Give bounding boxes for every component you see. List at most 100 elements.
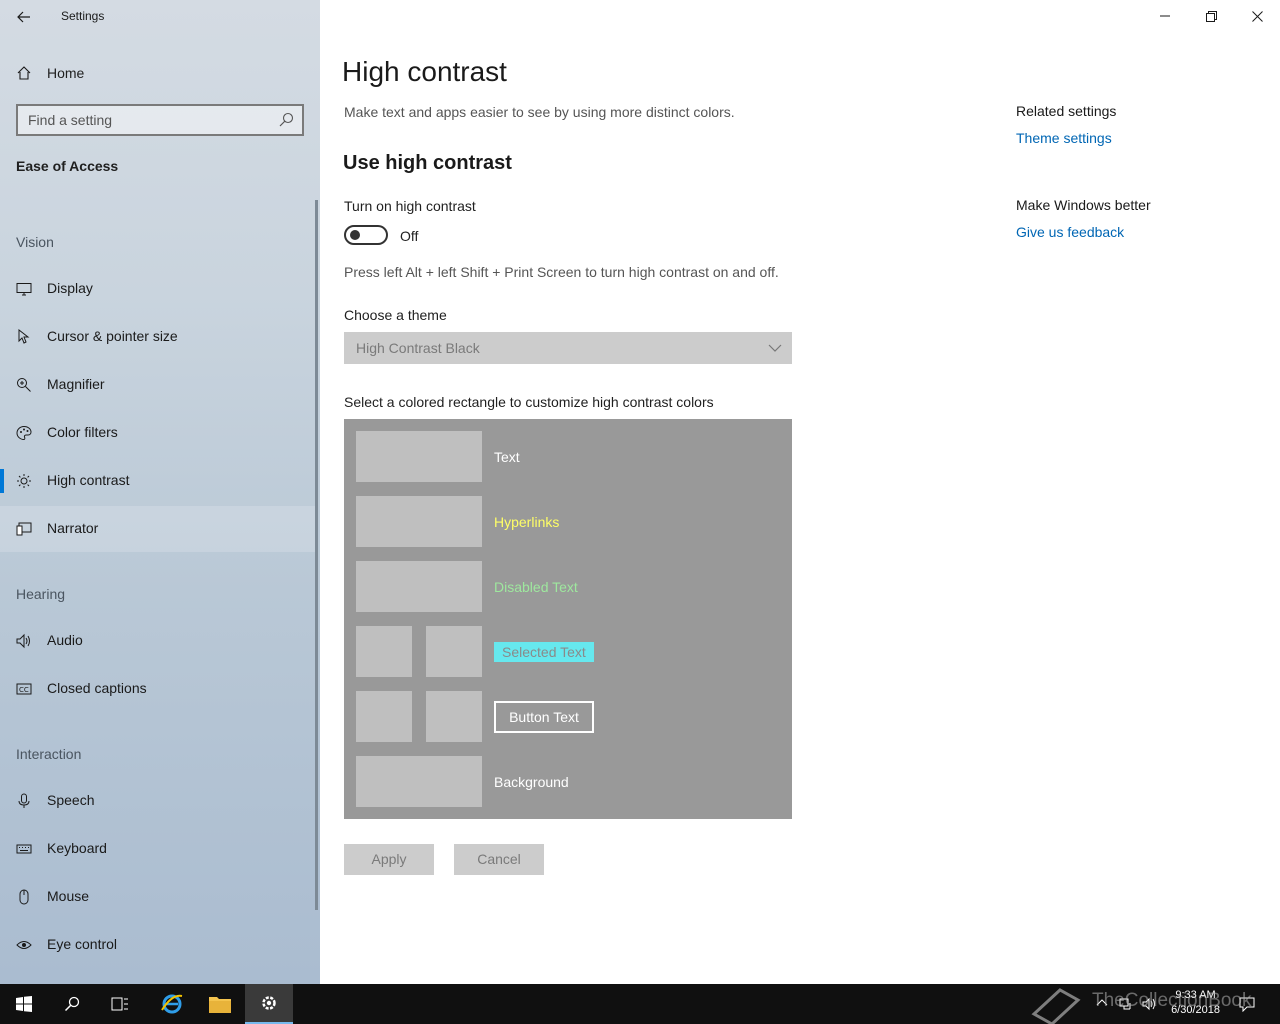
page-title: High contrast [342, 56, 507, 87]
watermark: TheCollectionBook [1030, 984, 1270, 1024]
apply-button[interactable]: Apply [344, 844, 434, 875]
toggle-knob [350, 230, 360, 240]
sidebar-item-color-filters[interactable]: Color filters [0, 410, 316, 456]
sidebar-item-label: Keyboard [47, 840, 107, 856]
settings-taskbar-button[interactable] [245, 984, 293, 1024]
keyboard-icon [16, 844, 32, 854]
sidebar-item-label: High contrast [47, 472, 130, 488]
theme-label: Choose a theme [344, 307, 447, 323]
search-box[interactable] [16, 104, 304, 136]
restore-icon [1205, 10, 1217, 22]
group-label-vision: Vision [16, 234, 54, 250]
selected-text-fg-swatch[interactable] [356, 626, 412, 677]
sun-icon [17, 474, 31, 488]
windows-start-icon [16, 996, 32, 1012]
high-contrast-toggle[interactable] [344, 225, 388, 245]
microphone-icon [18, 793, 30, 808]
sidebar-item-high-contrast[interactable]: High contrast [0, 458, 316, 504]
search-input[interactable] [18, 106, 274, 134]
sidebar-item-narrator[interactable]: Narrator [0, 506, 316, 552]
button-text-color-label: Button Text [494, 701, 594, 733]
svg-text:CC: CC [19, 686, 29, 694]
sidebar-item-label: Closed captions [47, 680, 147, 696]
give-feedback-link[interactable]: Give us feedback [1016, 224, 1124, 240]
sidebar-item-mouse[interactable]: Mouse [0, 874, 316, 920]
sidebar-item-label: Mouse [47, 888, 90, 904]
sidebar-item-closed-captions[interactable]: CC Closed captions [0, 666, 316, 712]
sidebar-item-home[interactable]: Home [0, 56, 320, 90]
sidebar: Settings Home Ease of Access Vision Disp… [0, 0, 320, 984]
button-text-bg-swatch[interactable] [426, 691, 482, 742]
selection-indicator [0, 469, 4, 493]
sidebar-item-magnifier[interactable]: Magnifier [0, 362, 316, 408]
settings-gear-icon [262, 996, 276, 1010]
button-text-fg-swatch[interactable] [356, 691, 412, 742]
search-taskbar-button[interactable] [48, 984, 96, 1024]
sidebar-item-speech[interactable]: Speech [0, 778, 316, 824]
shortcut-hint: Press left Alt + left Shift + Print Scre… [344, 264, 779, 280]
search-icon[interactable] [278, 112, 294, 128]
back-arrow-icon [17, 11, 30, 23]
toggle-label: Turn on high contrast [344, 198, 476, 214]
speaker-icon [16, 633, 30, 649]
internet-explorer-icon [161, 994, 183, 1014]
sidebar-item-label: Speech [47, 792, 95, 808]
hyperlink-color-swatch[interactable] [356, 496, 482, 547]
selected-text-bg-swatch[interactable] [426, 626, 482, 677]
eye-icon [16, 941, 32, 949]
sidebar-scrollbar[interactable] [315, 200, 318, 910]
sidebar-item-label: Display [47, 280, 93, 296]
text-color-swatch[interactable] [356, 431, 482, 482]
group-label-interaction: Interaction [16, 746, 82, 762]
disabled-text-color-swatch[interactable] [356, 561, 482, 612]
sidebar-item-eye-control[interactable]: Eye control [0, 922, 316, 968]
background-color-swatch[interactable] [356, 756, 482, 807]
sidebar-item-keyboard[interactable]: Keyboard [0, 826, 316, 872]
theme-dropdown[interactable]: High Contrast Black [344, 332, 792, 364]
chevron-down-icon [768, 344, 782, 352]
close-icon [1251, 10, 1263, 22]
selected-text-color-label: Selected Text [494, 642, 594, 662]
book-logo-icon [1031, 988, 1081, 1024]
search-icon [64, 996, 80, 1012]
page-description: Make text and apps easier to see by usin… [344, 104, 735, 120]
restore-button[interactable] [1188, 0, 1234, 32]
sidebar-item-label: Magnifier [47, 376, 105, 392]
task-view-button[interactable] [96, 984, 144, 1024]
narrator-icon [16, 522, 32, 536]
sidebar-item-label: Audio [47, 632, 83, 648]
group-label-hearing: Hearing [16, 586, 66, 602]
minimize-button[interactable] [1142, 0, 1188, 32]
sidebar-item-display[interactable]: Display [0, 266, 316, 312]
theme-dropdown-value: High Contrast Black [356, 340, 480, 356]
colors-label: Select a colored rectangle to customize … [344, 394, 714, 410]
theme-settings-link[interactable]: Theme settings [1016, 130, 1112, 146]
feedback-heading: Make Windows better [1016, 197, 1151, 213]
sidebar-item-audio[interactable]: Audio [0, 618, 316, 664]
toggle-state: Off [400, 228, 419, 244]
sidebar-item-label: Cursor & pointer size [47, 328, 178, 344]
main-content: High contrast Make text and apps easier … [320, 0, 1280, 984]
sidebar-item-cursor[interactable]: Cursor & pointer size [0, 314, 316, 360]
start-button[interactable] [0, 984, 48, 1024]
file-explorer-button[interactable] [196, 984, 244, 1024]
magnifier-icon [17, 378, 31, 392]
back-button[interactable] [8, 4, 40, 30]
cursor-icon [18, 329, 30, 344]
file-explorer-icon [209, 997, 231, 1013]
sidebar-item-label: Eye control [47, 936, 118, 952]
app-title: Settings [61, 9, 105, 23]
hyperlink-color-label: Hyperlinks [494, 514, 560, 530]
title-bar: Settings [0, 0, 320, 34]
internet-explorer-button[interactable] [148, 984, 196, 1024]
display-icon [16, 283, 32, 296]
disabled-text-color-label: Disabled Text [494, 579, 578, 595]
related-settings-heading: Related settings [1016, 103, 1117, 119]
color-panel: Text Hyperlinks Disabled Text Selected T… [344, 419, 792, 819]
palette-icon [16, 425, 32, 441]
section-title: Ease of Access [16, 158, 119, 174]
cancel-button[interactable]: Cancel [454, 844, 544, 875]
cc-icon: CC [16, 683, 32, 695]
task-view-icon [111, 997, 128, 1011]
close-button[interactable] [1234, 0, 1280, 32]
